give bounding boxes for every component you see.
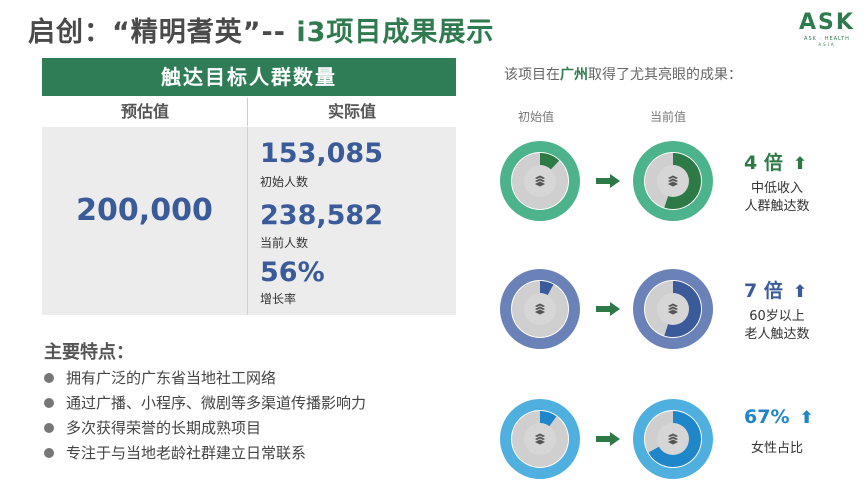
result-description: 中低收入 人群触达数 bbox=[744, 181, 810, 214]
feature-item: 通过广播、小程序、微剧等多渠道传播影响力 bbox=[44, 391, 366, 416]
body-divider bbox=[247, 127, 248, 315]
city-highlight: 广州 bbox=[560, 67, 588, 83]
current-label: 当前人数 bbox=[260, 236, 309, 250]
initial-donut bbox=[500, 141, 580, 221]
stack-icon bbox=[533, 174, 547, 188]
up-arrow-icon: ⬆ bbox=[792, 154, 808, 174]
actual-column-header: 实际值 bbox=[327, 102, 376, 121]
bullet-icon bbox=[44, 422, 54, 433]
multiplier-value: 7 倍 ⬆ bbox=[744, 280, 808, 302]
result-description: 60岁以上 老人触达数 bbox=[744, 309, 810, 342]
stack-icon bbox=[666, 432, 680, 446]
initial-label: 初始人数 bbox=[260, 175, 309, 189]
estimated-column-header: 预估值 bbox=[120, 102, 169, 121]
bullet-icon bbox=[44, 372, 54, 383]
current-value-header: 当前值 bbox=[650, 110, 687, 124]
estimated-value: 200,000 bbox=[76, 193, 213, 228]
right-arrow-icon bbox=[596, 174, 620, 188]
right-arrow-icon bbox=[596, 302, 620, 316]
initial-donut bbox=[500, 269, 580, 349]
bullet-icon bbox=[44, 397, 54, 408]
feature-item: 多次获得荣誉的长期成熟项目 bbox=[44, 416, 366, 441]
features-title: 主要特点： bbox=[44, 342, 134, 363]
feature-item: 拥有广泛的广东省当地社工网络 bbox=[44, 366, 366, 391]
reach-panel-title: 触达目标人群数量 bbox=[42, 58, 456, 96]
results-caption: 该项目在广州取得了尤其亮眼的成果： bbox=[504, 67, 742, 83]
initial-count: 153,085 bbox=[260, 138, 383, 169]
stack-icon bbox=[533, 302, 547, 316]
page-title: 启创：“精明耆英”-- i3项目成果展示 bbox=[28, 10, 494, 49]
current-donut bbox=[633, 399, 713, 479]
stack-icon bbox=[666, 302, 680, 316]
title-prefix: 启创：“精明耆英”-- bbox=[28, 17, 297, 48]
multiplier-value: 4 倍 ⬆ bbox=[744, 152, 808, 174]
right-arrow-icon bbox=[596, 432, 620, 446]
current-count: 238,582 bbox=[260, 200, 383, 231]
bullet-icon bbox=[44, 447, 54, 458]
result-description: 女性占比 bbox=[750, 441, 803, 456]
growth-label: 增长率 bbox=[260, 292, 297, 306]
feature-item: 专注于与当地老龄社群建立日常联系 bbox=[44, 441, 366, 466]
current-donut bbox=[633, 141, 713, 221]
reach-panel-body: 200,000 153,085 初始人数 238,582 当前人数 56% 增长… bbox=[42, 127, 456, 315]
multiplier-value: 67% ⬆ bbox=[744, 406, 814, 428]
up-arrow-icon: ⬆ bbox=[792, 282, 808, 302]
logo-sub2: ASIA bbox=[818, 42, 836, 47]
growth-rate: 56% bbox=[260, 257, 325, 288]
up-arrow-icon: ⬆ bbox=[799, 408, 814, 428]
logo-mark: ASK bbox=[799, 10, 855, 35]
stack-icon bbox=[666, 174, 680, 188]
features-list: 拥有广泛的广东省当地社工网络 通过广播、小程序、微剧等多渠道传播影响力 多次获得… bbox=[44, 366, 366, 466]
initial-donut bbox=[500, 399, 580, 479]
ask-health-logo: ASK ASK · HEALTH ASIA bbox=[796, 10, 858, 48]
title-accent: i3项目成果展示 bbox=[296, 17, 495, 48]
current-donut bbox=[633, 269, 713, 349]
initial-value-header: 初始值 bbox=[518, 110, 555, 124]
stack-icon bbox=[533, 432, 547, 446]
